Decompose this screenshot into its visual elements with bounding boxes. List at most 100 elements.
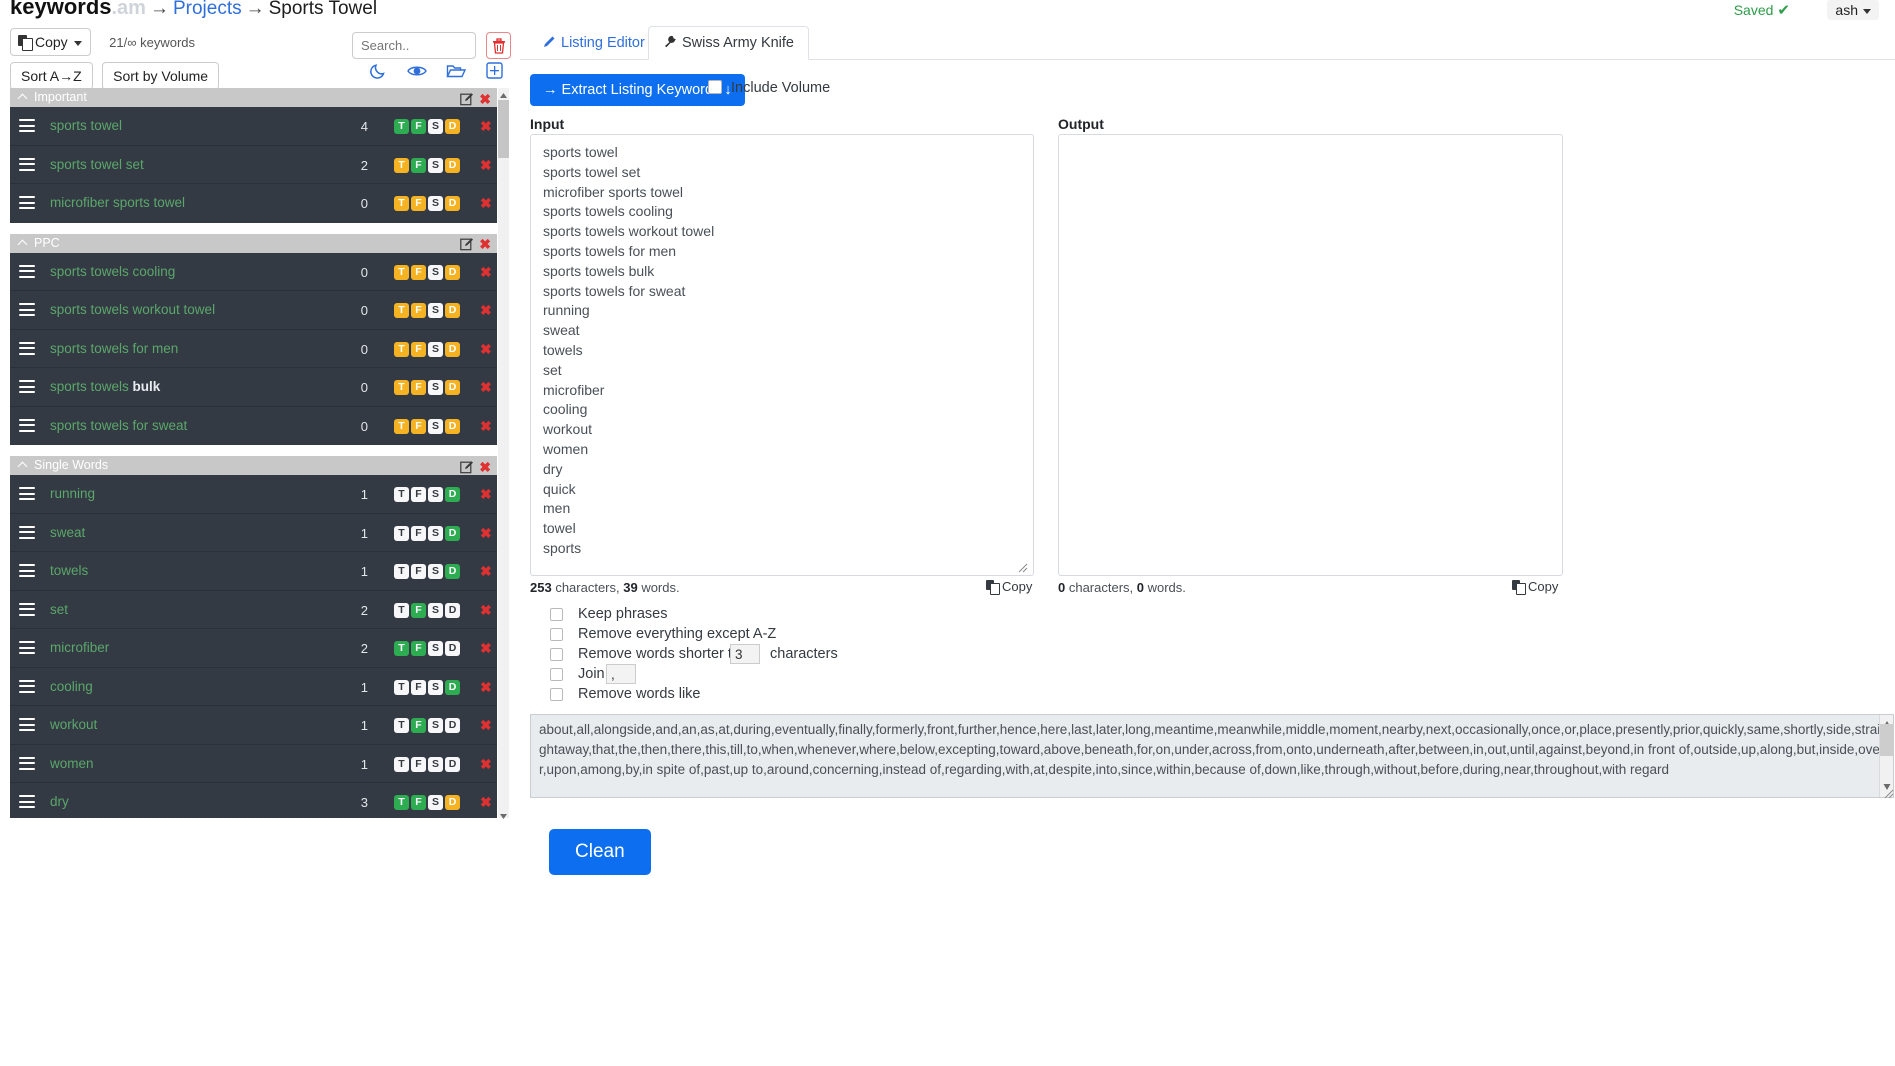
keyword-badge-f[interactable]: F — [411, 419, 426, 434]
stopwords-scrollbar[interactable] — [1879, 715, 1893, 797]
keyword-row[interactable]: dry3TFSD✖ — [10, 783, 497, 818]
keyword-label[interactable]: sports towel set — [50, 157, 144, 172]
keyword-badge-d[interactable]: D — [445, 564, 460, 579]
scroll-up-arrow[interactable] — [499, 88, 508, 98]
copy-input-button[interactable]: Copy — [986, 579, 1032, 594]
keyword-badge-s[interactable]: S — [428, 641, 443, 656]
remove-keyword-button[interactable]: ✖ — [480, 264, 492, 281]
remove-keyword-button[interactable]: ✖ — [480, 679, 492, 696]
keyword-badge-f[interactable]: F — [411, 303, 426, 318]
keyword-label[interactable]: set — [50, 602, 68, 617]
edit-group-icon[interactable] — [460, 460, 474, 474]
copy-output-button[interactable]: Copy — [1512, 579, 1558, 594]
keyword-label[interactable]: microfiber — [50, 640, 109, 655]
keyword-badge-s[interactable]: S — [428, 564, 443, 579]
include-volume-option[interactable]: Include Volume — [708, 80, 830, 96]
keyword-badge-t[interactable]: T — [394, 680, 409, 695]
keyword-badge-t[interactable]: T — [394, 603, 409, 618]
keyword-badge-s[interactable]: S — [428, 680, 443, 695]
remove-shorter-than-checkbox[interactable] — [550, 648, 563, 661]
keyword-badge-d[interactable]: D — [445, 526, 460, 541]
keyword-badge-f[interactable]: F — [411, 196, 426, 211]
remove-keyword-button[interactable]: ✖ — [480, 717, 492, 734]
keep-phrases-checkbox[interactable] — [550, 608, 563, 621]
keyword-badge-d[interactable]: D — [445, 303, 460, 318]
keyword-badge-s[interactable]: S — [428, 419, 443, 434]
remove-keyword-button[interactable]: ✖ — [480, 379, 492, 396]
remove-keyword-button[interactable]: ✖ — [480, 195, 492, 212]
remove-keyword-button[interactable]: ✖ — [480, 794, 492, 811]
keyword-badge-f[interactable]: F — [411, 380, 426, 395]
drag-handle-icon[interactable] — [19, 303, 35, 316]
keyword-badge-s[interactable]: S — [428, 718, 443, 733]
remove-keyword-button[interactable]: ✖ — [480, 602, 492, 619]
keyword-badge-t[interactable]: T — [394, 303, 409, 318]
keyword-badge-s[interactable]: S — [428, 265, 443, 280]
keyword-badge-f[interactable]: F — [411, 795, 426, 810]
drag-handle-icon[interactable] — [19, 196, 35, 209]
keyword-row[interactable]: sports towel set2TFSD✖ — [10, 146, 497, 185]
keyword-row[interactable]: sports towels workout towel0TFSD✖ — [10, 291, 497, 330]
keyword-badge-t[interactable]: T — [394, 718, 409, 733]
keyword-badge-d[interactable]: D — [445, 158, 460, 173]
keyword-badge-d[interactable]: D — [445, 603, 460, 618]
keyword-badge-d[interactable]: D — [445, 795, 460, 810]
keyword-badge-d[interactable]: D — [445, 757, 460, 772]
join-with-value-input[interactable] — [606, 664, 636, 684]
keyword-badge-f[interactable]: F — [411, 158, 426, 173]
sidebar-scrollbar[interactable] — [498, 88, 509, 818]
keyword-badge-d[interactable]: D — [445, 265, 460, 280]
breadcrumb-projects-link[interactable]: Projects — [173, 0, 242, 19]
remove-keyword-button[interactable]: ✖ — [480, 563, 492, 580]
keyword-badge-s[interactable]: S — [428, 757, 443, 772]
delete-group-icon[interactable]: ✖ — [479, 92, 491, 106]
keyword-label[interactable]: sports towels bulk — [50, 379, 160, 394]
drag-handle-icon[interactable] — [19, 680, 35, 693]
remove-keyword-button[interactable]: ✖ — [480, 157, 492, 174]
keyword-badge-t[interactable]: T — [394, 564, 409, 579]
keyword-group-header[interactable]: Important✖ — [10, 88, 497, 107]
keyword-label[interactable]: sports towels cooling — [50, 264, 175, 279]
keyword-badge-s[interactable]: S — [428, 303, 443, 318]
keyword-badge-f[interactable]: F — [411, 119, 426, 134]
remove-keyword-button[interactable]: ✖ — [480, 118, 492, 135]
keyword-badge-f[interactable]: F — [411, 757, 426, 772]
keyword-badge-f[interactable]: F — [411, 265, 426, 280]
keyword-badge-f[interactable]: F — [411, 487, 426, 502]
keyword-row[interactable]: sports towels for men0TFSD✖ — [10, 330, 497, 369]
keyword-row[interactable]: women1TFSD✖ — [10, 745, 497, 784]
keyword-badge-f[interactable]: F — [411, 641, 426, 656]
scrollbar-thumb[interactable] — [1880, 724, 1894, 756]
delete-group-icon[interactable]: ✖ — [479, 460, 491, 474]
keyword-badge-s[interactable]: S — [428, 342, 443, 357]
keyword-label[interactable]: sports towels workout towel — [50, 302, 215, 317]
keyword-badge-f[interactable]: F — [411, 718, 426, 733]
keyword-badge-t[interactable]: T — [394, 265, 409, 280]
drag-handle-icon[interactable] — [19, 380, 35, 393]
keyword-badge-f[interactable]: F — [411, 342, 426, 357]
drag-handle-icon[interactable] — [19, 158, 35, 171]
drag-handle-icon[interactable] — [19, 526, 35, 539]
keyword-badge-t[interactable]: T — [394, 419, 409, 434]
keyword-badge-s[interactable]: S — [428, 196, 443, 211]
keyword-row[interactable]: cooling1TFSD✖ — [10, 668, 497, 707]
keyword-badge-d[interactable]: D — [445, 119, 460, 134]
keyword-badge-s[interactable]: S — [428, 158, 443, 173]
input-textarea[interactable] — [530, 134, 1034, 576]
keyword-badge-d[interactable]: D — [445, 419, 460, 434]
drag-handle-icon[interactable] — [19, 119, 35, 132]
keyword-label[interactable]: sports towel — [50, 118, 122, 133]
keyword-label[interactable]: sweat — [50, 525, 85, 540]
preview-toggle-button[interactable] — [400, 62, 434, 88]
remove-keyword-button[interactable]: ✖ — [480, 756, 492, 773]
keyword-row[interactable]: sweat1TFSD✖ — [10, 514, 497, 553]
remove-keyword-button[interactable]: ✖ — [480, 302, 492, 319]
remove-keyword-button[interactable]: ✖ — [480, 640, 492, 657]
join-with-checkbox[interactable] — [550, 668, 563, 681]
remove-words-like-checkbox[interactable] — [550, 688, 563, 701]
keyword-label[interactable]: running — [50, 486, 95, 501]
drag-handle-icon[interactable] — [19, 342, 35, 355]
keyword-badge-d[interactable]: D — [445, 641, 460, 656]
keyword-row[interactable]: sports towels cooling0TFSD✖ — [10, 253, 497, 292]
keyword-badge-t[interactable]: T — [394, 342, 409, 357]
